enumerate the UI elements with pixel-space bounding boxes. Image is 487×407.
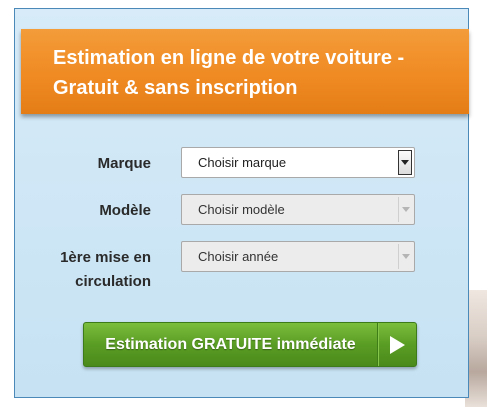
chevron-down-icon[interactable]	[398, 244, 412, 269]
brand-select[interactable]: Choisir marque	[181, 147, 415, 178]
chevron-down-icon[interactable]	[398, 150, 412, 175]
year-select-value: Choisir année	[198, 249, 279, 264]
year-label-line2: circulation	[75, 273, 151, 290]
estimate-button-label: Estimation GRATUITE immédiate	[105, 336, 356, 353]
play-arrow-icon[interactable]	[379, 323, 416, 366]
model-label: Modèle	[99, 202, 151, 219]
brand-select-value: Choisir marque	[198, 155, 287, 170]
year-select[interactable]: Choisir année	[181, 241, 415, 272]
year-label-line1: 1ère mise en	[60, 249, 151, 266]
estimate-button[interactable]: Estimation GRATUITE immédiate	[83, 322, 417, 367]
banner-title-line2: Gratuit & sans inscription	[53, 77, 298, 99]
button-divider	[377, 323, 378, 366]
header-banner: Estimation en ligne de votre voiture - G…	[21, 29, 469, 114]
chevron-down-icon[interactable]	[398, 197, 412, 222]
model-select-value: Choisir modèle	[198, 202, 285, 217]
banner-title-line1: Estimation en ligne de votre voiture -	[53, 47, 405, 69]
model-select[interactable]: Choisir modèle	[181, 194, 415, 225]
brand-label: Marque	[97, 155, 151, 172]
